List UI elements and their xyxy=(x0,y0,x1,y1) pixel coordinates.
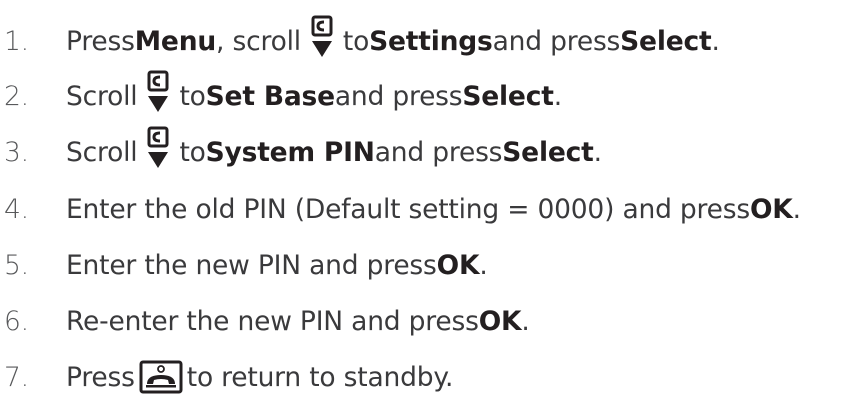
system-pin-menu-label: System PIN xyxy=(205,136,375,168)
step-text-segment: Scroll xyxy=(66,136,138,168)
scroll-down-icon xyxy=(147,126,169,168)
step-text-segment: to xyxy=(179,80,206,112)
step-text-segment: . xyxy=(593,136,602,168)
step-text: Re-enter the new PIN and press OK . xyxy=(66,306,530,337)
step-6: 6. Re-enter the new PIN and press OK . xyxy=(0,295,530,347)
step-7: 7. Press to return to standby. xyxy=(0,351,453,403)
instruction-steps: 1. Press Menu , scroll to Settings and p… xyxy=(0,0,847,410)
step-text: Press to return to standby. xyxy=(66,360,453,394)
select-key-label: Select xyxy=(620,25,712,57)
scroll-down-icon xyxy=(147,70,169,112)
set-base-menu-label: Set Base xyxy=(205,80,335,112)
step-text-segment: Press xyxy=(66,25,135,57)
step-3: 3. Scroll to System PIN and press Select… xyxy=(0,126,602,178)
step-text: Enter the old PIN (Default setting = 000… xyxy=(66,194,801,225)
step-text-segment: . xyxy=(553,80,562,112)
step-2: 2. Scroll to Set Base and press Select . xyxy=(0,70,562,122)
step-text-segment: Re-enter the new PIN and press xyxy=(66,305,479,337)
step-text-segment: Press xyxy=(66,361,135,393)
step-text-segment: , scroll xyxy=(216,25,301,57)
step-text-segment: Scroll xyxy=(66,80,138,112)
ok-key-label: OK xyxy=(478,305,522,337)
select-key-label: Select xyxy=(462,80,554,112)
step-text-segment: to xyxy=(179,136,206,168)
step-number: 1. xyxy=(4,25,29,57)
step-text-segment: . xyxy=(521,305,530,337)
step-number: 2. xyxy=(4,80,29,112)
step-text-segment: Enter the old PIN (Default setting = 000… xyxy=(66,193,750,225)
step-text: Scroll to Set Base and press Select . xyxy=(66,70,562,114)
step-text-segment: . xyxy=(479,249,488,281)
step-5: 5. Enter the new PIN and press OK . xyxy=(0,239,488,291)
step-number: 4. xyxy=(4,193,29,225)
select-key-label: Select xyxy=(502,136,594,168)
step-text-segment: Enter the new PIN and press xyxy=(66,249,437,281)
step-number: 5. xyxy=(4,249,29,281)
step-text-segment: to xyxy=(342,25,370,57)
step-text: Scroll to System PIN and press Select . xyxy=(66,126,602,170)
step-text-segment: and press xyxy=(492,25,621,57)
step-number: 7. xyxy=(4,361,29,393)
step-1: 1. Press Menu , scroll to Settings and p… xyxy=(0,15,720,67)
step-number: 6. xyxy=(4,305,29,337)
settings-menu-label: Settings xyxy=(369,25,493,57)
step-text: Enter the new PIN and press OK . xyxy=(66,250,488,281)
menu-key-label: Menu xyxy=(134,25,217,57)
step-number: 3. xyxy=(4,136,29,168)
step-text-segment: to return to standby. xyxy=(186,361,454,393)
step-text-segment: and press xyxy=(374,136,503,168)
step-text-segment: . xyxy=(711,25,720,57)
step-4: 4. Enter the old PIN (Default setting = … xyxy=(0,183,801,235)
end-call-icon xyxy=(139,360,183,394)
step-text: Press Menu , scroll to Settings and pres… xyxy=(66,15,720,59)
ok-key-label: OK xyxy=(749,193,793,225)
ok-key-label: OK xyxy=(436,249,480,281)
step-text-segment: and press xyxy=(334,80,463,112)
scroll-down-icon xyxy=(311,15,333,57)
step-text-segment: . xyxy=(792,193,801,225)
